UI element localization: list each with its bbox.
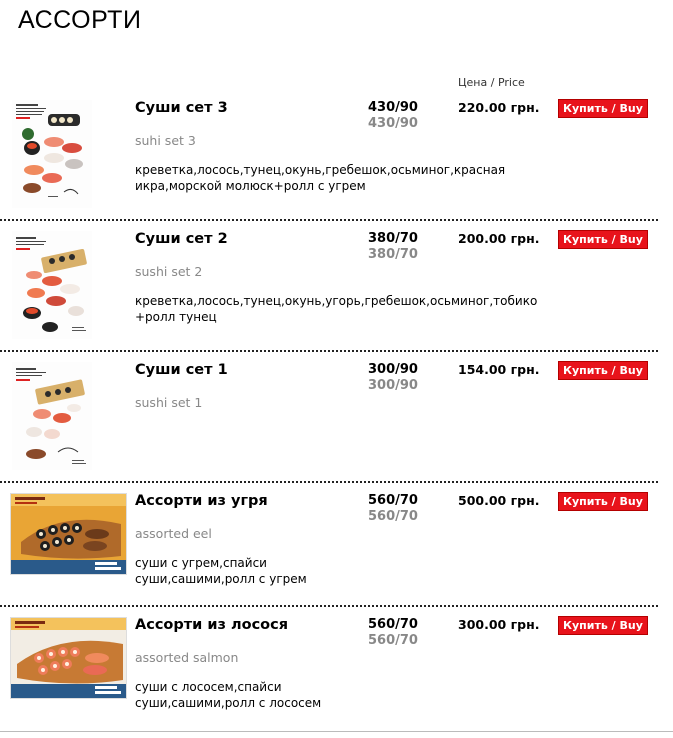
item-subtitle: assorted salmon bbox=[135, 650, 239, 665]
item-description: суши с лососем,спайси суши,сашими,ролл с… bbox=[135, 680, 322, 710]
item-separator bbox=[0, 219, 658, 221]
item-weight-secondary: 560/70 bbox=[368, 633, 418, 648]
item-name: Ассорти из угря bbox=[135, 493, 268, 509]
item-name: Суши сет 2 bbox=[135, 231, 228, 247]
item-price: 220.00 грн. bbox=[458, 100, 540, 115]
page-bottom-divider bbox=[0, 731, 673, 732]
item-weight: 430/90 bbox=[368, 100, 418, 115]
eel-assortment-image[interactable] bbox=[10, 493, 127, 575]
item-weight: 560/70 bbox=[368, 493, 418, 508]
item-name: Ассорти из лосося bbox=[135, 617, 289, 633]
item-name: Суши сет 3 bbox=[135, 100, 228, 116]
sushi-set-2-image[interactable] bbox=[12, 231, 92, 339]
item-weight-secondary: 560/70 bbox=[368, 509, 418, 524]
item-price: 200.00 грн. bbox=[458, 231, 540, 246]
buy-button[interactable]: Купить / Buy bbox=[558, 230, 648, 249]
item-description: креветка,лосось,тунец,окунь,гребешок,ось… bbox=[135, 163, 506, 193]
item-subtitle: sushi set 1 bbox=[135, 395, 203, 410]
item-price: 500.00 грн. bbox=[458, 493, 540, 508]
item-price: 154.00 грн. bbox=[458, 362, 540, 377]
sushi-set-1-image[interactable] bbox=[12, 362, 92, 470]
item-separator bbox=[0, 481, 658, 483]
sushi-set-3-image[interactable] bbox=[12, 100, 92, 208]
item-subtitle: suhi set 3 bbox=[135, 133, 196, 148]
item-price: 300.00 грн. bbox=[458, 617, 540, 632]
item-weight-secondary: 430/90 bbox=[368, 116, 418, 131]
item-weight-secondary: 300/90 bbox=[368, 378, 418, 393]
item-description: суши с угрем,спайси суши,сашими,ролл с у… bbox=[135, 556, 307, 586]
item-name: Суши сет 1 bbox=[135, 362, 228, 378]
buy-button[interactable]: Купить / Buy bbox=[558, 361, 648, 380]
item-weight: 560/70 bbox=[368, 617, 418, 632]
item-separator bbox=[0, 350, 658, 352]
item-subtitle: sushi set 2 bbox=[135, 264, 203, 279]
page-title: АССОРТИ bbox=[18, 6, 142, 34]
salmon-assortment-image[interactable] bbox=[10, 617, 127, 699]
buy-button[interactable]: Купить / Buy bbox=[558, 492, 648, 511]
item-separator bbox=[0, 605, 658, 607]
buy-button[interactable]: Купить / Buy bbox=[558, 616, 648, 635]
item-description: креветка,лосось,тунец,окунь,угорь,гребеш… bbox=[135, 294, 538, 324]
item-weight: 380/70 bbox=[368, 231, 418, 246]
item-subtitle: assorted eel bbox=[135, 526, 212, 541]
price-column-header: Цена / Price bbox=[458, 76, 525, 89]
item-weight: 300/90 bbox=[368, 362, 418, 377]
buy-button[interactable]: Купить / Buy bbox=[558, 99, 648, 118]
item-weight-secondary: 380/70 bbox=[368, 247, 418, 262]
